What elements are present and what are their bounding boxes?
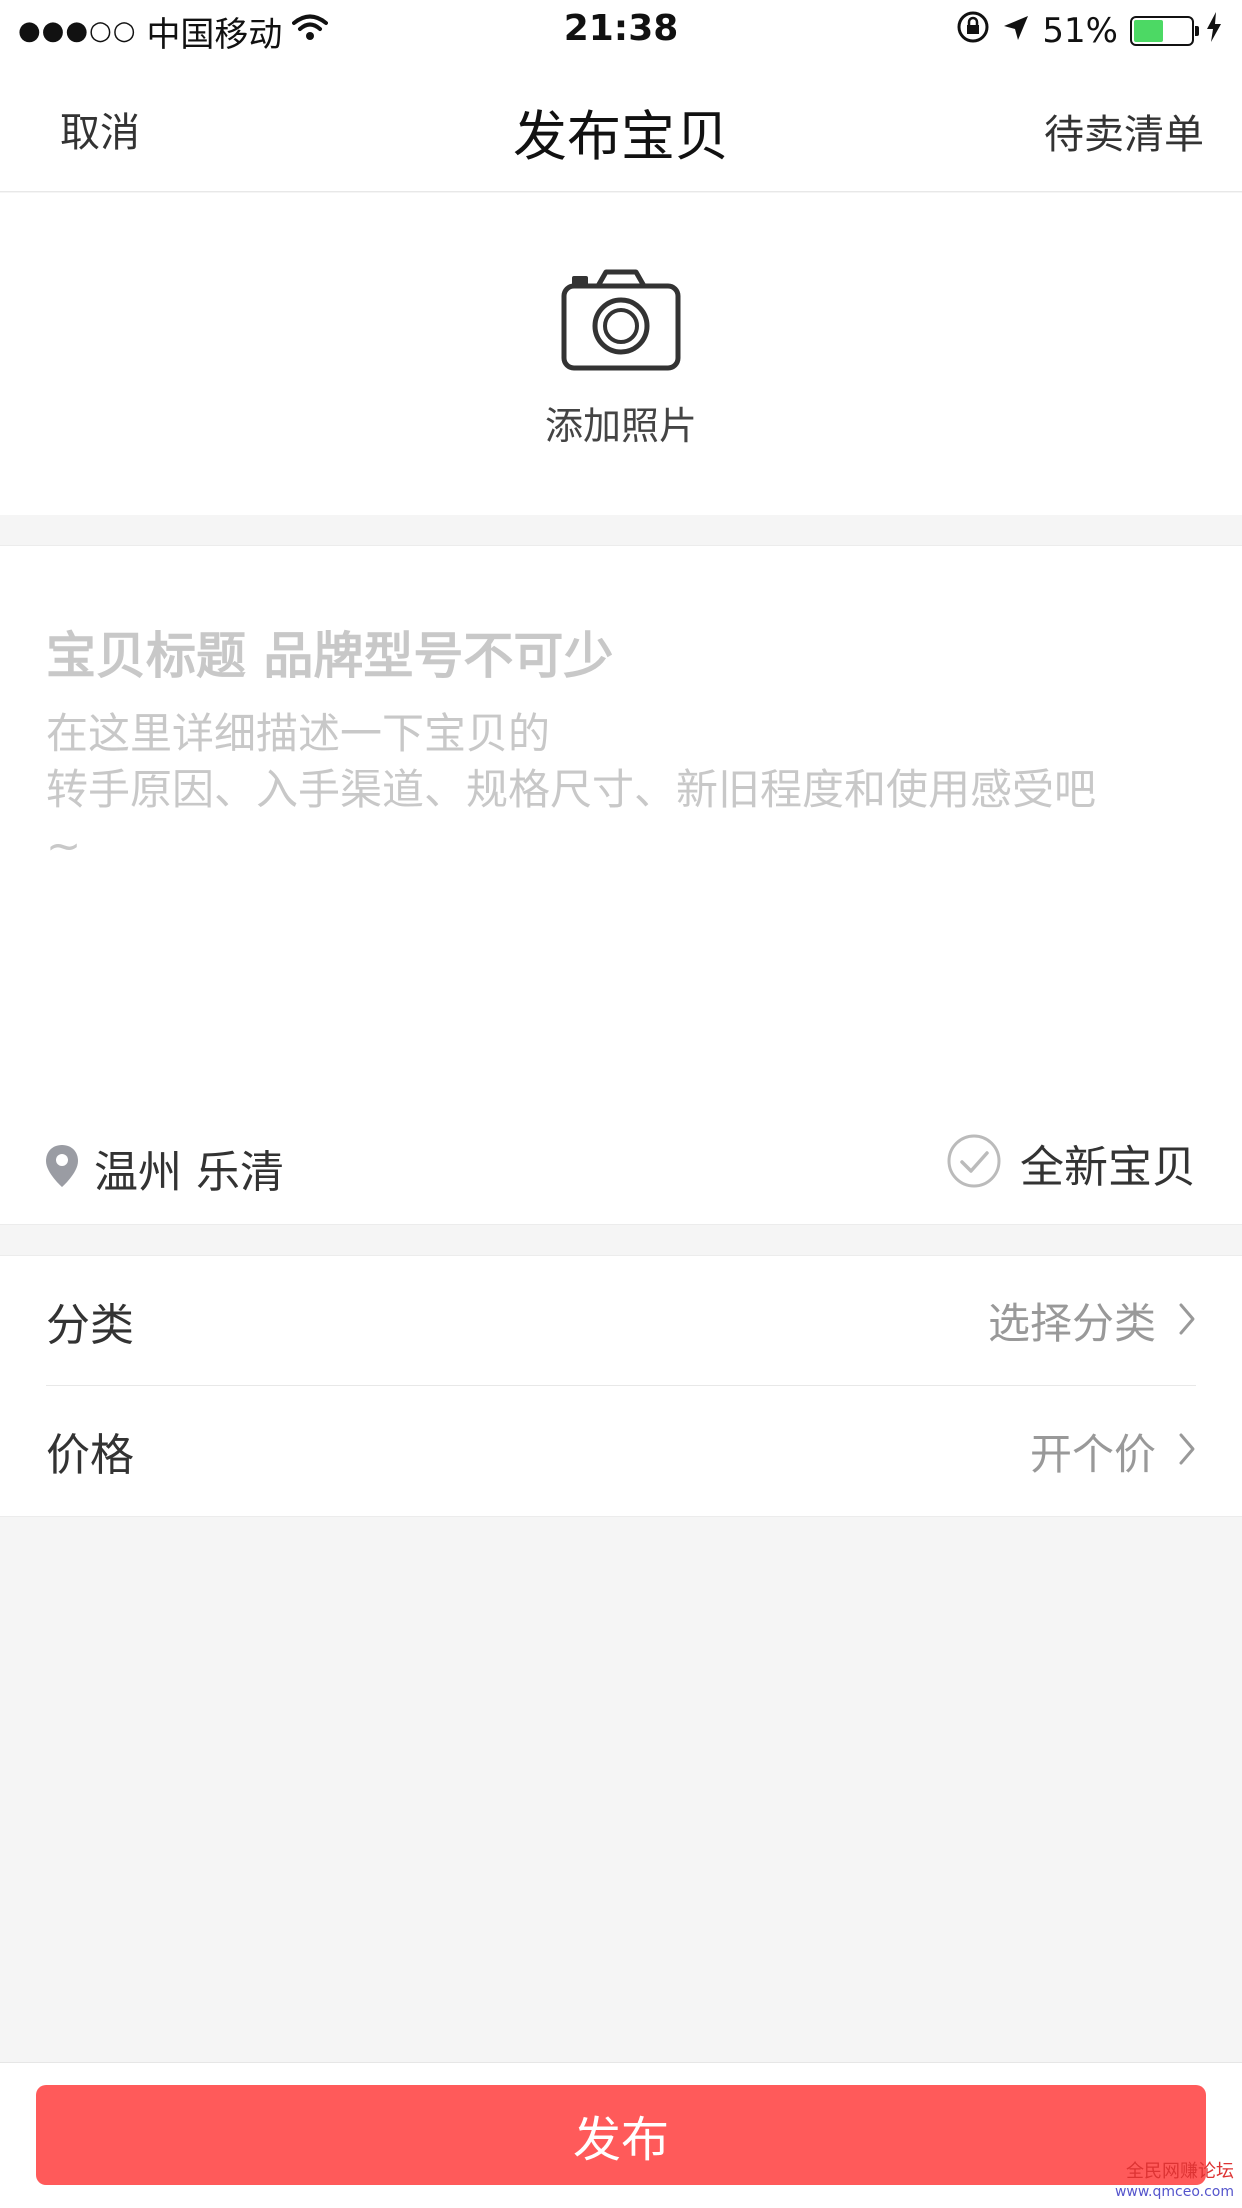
location-text: 温州 乐清 bbox=[94, 1147, 284, 1198]
bottom-bar: 发布 bbox=[0, 2062, 1242, 2208]
price-value-text: 开个价 bbox=[1029, 1429, 1156, 1479]
chevron-right-icon bbox=[1178, 1432, 1196, 1470]
brand-new-label: 全新宝贝 bbox=[1020, 1142, 1196, 1193]
category-row[interactable]: 分类 选择分类 bbox=[46, 1256, 1196, 1386]
description-card: 宝贝标题 品牌型号不可少 在这里详细描述一下宝贝的 转手原因、入手渠道、规格尺寸… bbox=[0, 545, 1242, 1225]
navigation-bar: 取消 发布宝贝 待卖清单 bbox=[0, 62, 1242, 192]
category-label: 分类 bbox=[46, 1299, 134, 1351]
attribute-list: 分类 选择分类 价格 开个价 bbox=[0, 1255, 1242, 1517]
category-value-text: 选择分类 bbox=[987, 1299, 1156, 1348]
location-selector[interactable]: 温州 乐清 bbox=[44, 1136, 284, 1200]
camera-icon[interactable] bbox=[560, 268, 682, 376]
price-value: 开个价 bbox=[1030, 1421, 1196, 1482]
category-value: 选择分类 bbox=[988, 1290, 1196, 1351]
battery-percent: 51% bbox=[1042, 11, 1118, 51]
watermark-url: www.qmceo.com bbox=[1114, 2184, 1234, 2200]
price-row[interactable]: 价格 开个价 bbox=[46, 1386, 1196, 1516]
checkmark-circle-icon bbox=[946, 1133, 1002, 1193]
watermark-title: 全民网赚论坛 bbox=[1126, 2161, 1234, 2182]
item-description-input[interactable]: 在这里详细描述一下宝贝的 转手原因、入手渠道、规格尺寸、新旧程度和使用感受吧 ~ bbox=[46, 706, 1196, 874]
add-photo-area[interactable]: 添加照片 bbox=[0, 193, 1242, 515]
chevron-right-icon bbox=[1178, 1302, 1196, 1340]
location-arrow-icon bbox=[1002, 11, 1030, 51]
item-title-input[interactable]: 宝贝标题 品牌型号不可少 bbox=[46, 616, 613, 688]
pending-list-button[interactable]: 待卖清单 bbox=[1044, 102, 1204, 160]
status-bar: ●●●○○ 中国移动 21:38 51% bbox=[0, 0, 1242, 62]
status-right: 51% bbox=[956, 8, 1222, 54]
brand-new-toggle[interactable]: 全新宝贝 bbox=[946, 1131, 1196, 1195]
add-photo-label[interactable]: 添加照片 bbox=[0, 395, 1242, 450]
publish-button[interactable]: 发布 bbox=[36, 2085, 1206, 2185]
battery-level bbox=[1134, 20, 1163, 42]
rotation-lock-icon bbox=[956, 10, 990, 53]
charging-icon bbox=[1206, 11, 1222, 51]
price-label: 价格 bbox=[46, 1430, 134, 1481]
location-pin-icon bbox=[44, 1143, 80, 1193]
battery-icon bbox=[1130, 16, 1199, 46]
watermark: 全民网赚论坛 www.qmceo.com bbox=[1115, 2162, 1234, 2202]
